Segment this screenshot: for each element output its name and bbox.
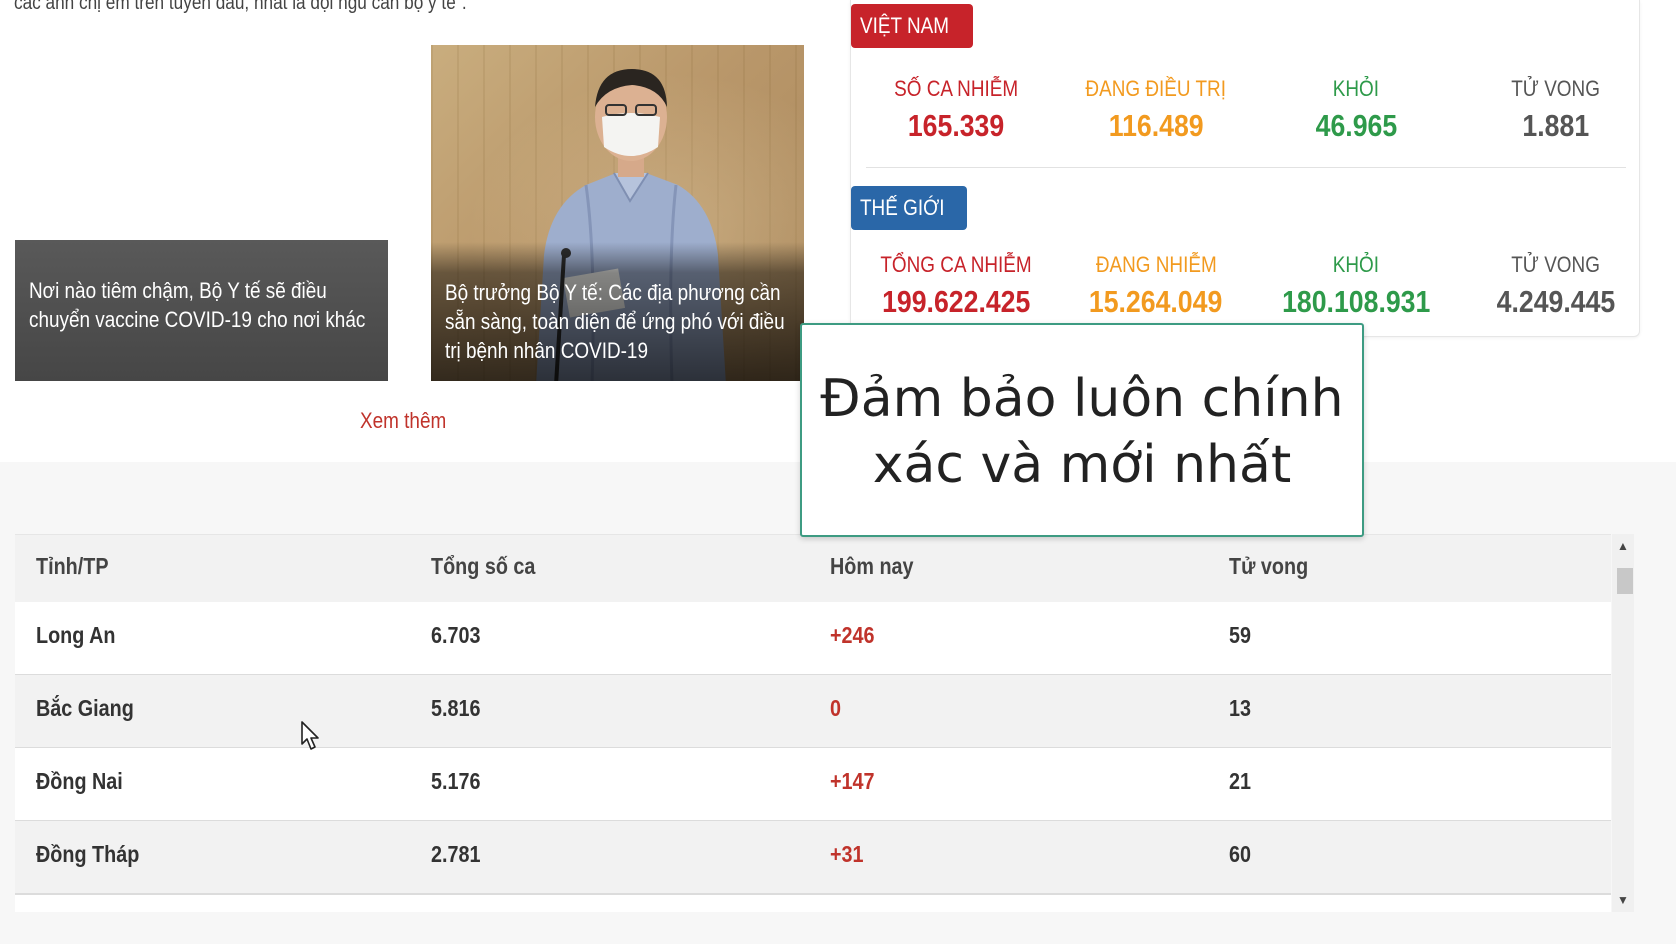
covid-stats-panel: VIỆT NAM SỐ CA NHIỄM 165.339 ĐANG ĐIỀU T… bbox=[850, 0, 1640, 337]
promo-callout: Đảm bảo luôn chính xác và mới nhất bbox=[800, 323, 1364, 537]
header-deaths[interactable]: Tử vong bbox=[1229, 553, 1321, 580]
cell-deaths: 59 bbox=[1229, 622, 1252, 648]
news-card-caption[interactable]: Bộ trưởng Bộ Y tế: Các địa phương cần sẵ… bbox=[431, 242, 804, 381]
table-row[interactable]: Đồng Tháp 2.781 +31 60 bbox=[15, 821, 1611, 895]
province-table[interactable]: Tỉnh/TP Tổng số ca Hôm nay Tử vong Long … bbox=[15, 534, 1611, 912]
vn-cases-value: 165.339 bbox=[907, 108, 1005, 143]
vn-cases-stat: SỐ CA NHIỄM 165.339 bbox=[856, 76, 1056, 144]
vn-deaths-value: 1.881 bbox=[1522, 108, 1590, 143]
world-deaths-stat: TỬ VONG 4.249.445 bbox=[1456, 252, 1656, 320]
scroll-up-icon[interactable]: ▲ bbox=[1612, 536, 1634, 556]
world-recovered-stat: KHỎI 180.108.931 bbox=[1256, 252, 1456, 320]
table-header: Tỉnh/TP Tổng số ca Hôm nay Tử vong bbox=[15, 534, 1611, 603]
world-recovered-value: 180.108.931 bbox=[1281, 284, 1431, 319]
header-total[interactable]: Tổng số ca bbox=[431, 553, 552, 580]
vn-recovered-value: 46.965 bbox=[1315, 108, 1397, 143]
cell-today: +31 bbox=[830, 841, 864, 867]
cell-today: +147 bbox=[830, 768, 875, 794]
world-active-value: 15.264.049 bbox=[1089, 284, 1223, 319]
news-card-caption[interactable]: Nơi nào tiêm chậm, Bộ Y tế sẽ điều chuyể… bbox=[15, 240, 388, 381]
table-row[interactable]: Bắc Giang 5.816 0 13 bbox=[15, 675, 1611, 749]
vn-treating-stat: ĐANG ĐIỀU TRỊ 116.489 bbox=[1056, 76, 1256, 144]
vn-recovered-label: KHỎI bbox=[1332, 76, 1380, 101]
vn-cases-label: SỐ CA NHIỄM bbox=[893, 76, 1019, 101]
vn-treating-value: 116.489 bbox=[1108, 108, 1204, 143]
world-active-stat: ĐANG NHIỄM 15.264.049 bbox=[1056, 252, 1256, 320]
article-snippet: các anh chị em trên tuyến đầu, nhất là đ… bbox=[14, 0, 467, 14]
cell-today: 0 bbox=[830, 695, 842, 721]
world-active-label: ĐANG NHIỄM bbox=[1095, 252, 1217, 277]
stats-divider bbox=[866, 167, 1626, 168]
table-row[interactable]: Long An 6.703 +246 59 bbox=[15, 602, 1611, 676]
mouse-cursor-icon bbox=[301, 721, 319, 750]
vn-treating-label: ĐANG ĐIỀU TRỊ bbox=[1085, 76, 1227, 101]
cell-total: 5.816 bbox=[431, 695, 481, 721]
vn-deaths-label: TỬ VONG bbox=[1511, 76, 1601, 101]
scrollbar-thumb[interactable] bbox=[1617, 568, 1633, 594]
cell-province: Đồng Nai bbox=[36, 768, 123, 794]
world-deaths-label: TỬ VONG bbox=[1511, 252, 1601, 277]
world-cases-label: TỔNG CA NHIỄM bbox=[880, 252, 1032, 277]
world-cases-stat: TỔNG CA NHIỄM 199.622.425 bbox=[856, 252, 1056, 320]
cell-province: Bắc Giang bbox=[36, 695, 134, 721]
table-row[interactable]: Đồng Nai 5.176 +147 21 bbox=[15, 748, 1611, 822]
cell-province: Long An bbox=[36, 622, 116, 648]
world-recovered-label: KHỎI bbox=[1332, 252, 1380, 277]
scroll-down-icon[interactable]: ▼ bbox=[1612, 890, 1634, 910]
cell-deaths: 21 bbox=[1229, 768, 1252, 794]
cell-total: 5.176 bbox=[431, 768, 481, 794]
world-badge: THẾ GIỚI bbox=[851, 186, 968, 230]
cell-total: 6.703 bbox=[431, 622, 481, 648]
vietnam-badge: VIỆT NAM bbox=[851, 4, 973, 48]
header-province[interactable]: Tỉnh/TP bbox=[36, 553, 120, 580]
cell-total: 2.781 bbox=[431, 841, 481, 867]
see-more-link[interactable]: Xem thêm bbox=[360, 408, 460, 434]
table-scrollbar[interactable]: ▲ ▼ bbox=[1612, 534, 1634, 912]
world-deaths-value: 4.249.445 bbox=[1496, 284, 1616, 319]
world-cases-value: 199.622.425 bbox=[881, 284, 1031, 319]
cell-today: +246 bbox=[830, 622, 875, 648]
header-today[interactable]: Hôm nay bbox=[830, 553, 927, 580]
cell-deaths: 13 bbox=[1229, 695, 1252, 721]
cell-deaths: 60 bbox=[1229, 841, 1252, 867]
vn-recovered-stat: KHỎI 46.965 bbox=[1256, 76, 1456, 144]
callout-line-2: xác và mới nhất bbox=[872, 435, 1292, 495]
callout-line-1: Đảm bảo luôn chính bbox=[820, 369, 1344, 429]
news-card-2[interactable]: Bộ trưởng Bộ Y tế: Các địa phương cần sẵ… bbox=[431, 45, 804, 381]
cell-province: Đồng Tháp bbox=[36, 841, 140, 867]
news-card-1[interactable]: Nơi nào tiêm chậm, Bộ Y tế sẽ điều chuyể… bbox=[15, 45, 388, 381]
vn-deaths-stat: TỬ VONG 1.881 bbox=[1456, 76, 1656, 144]
